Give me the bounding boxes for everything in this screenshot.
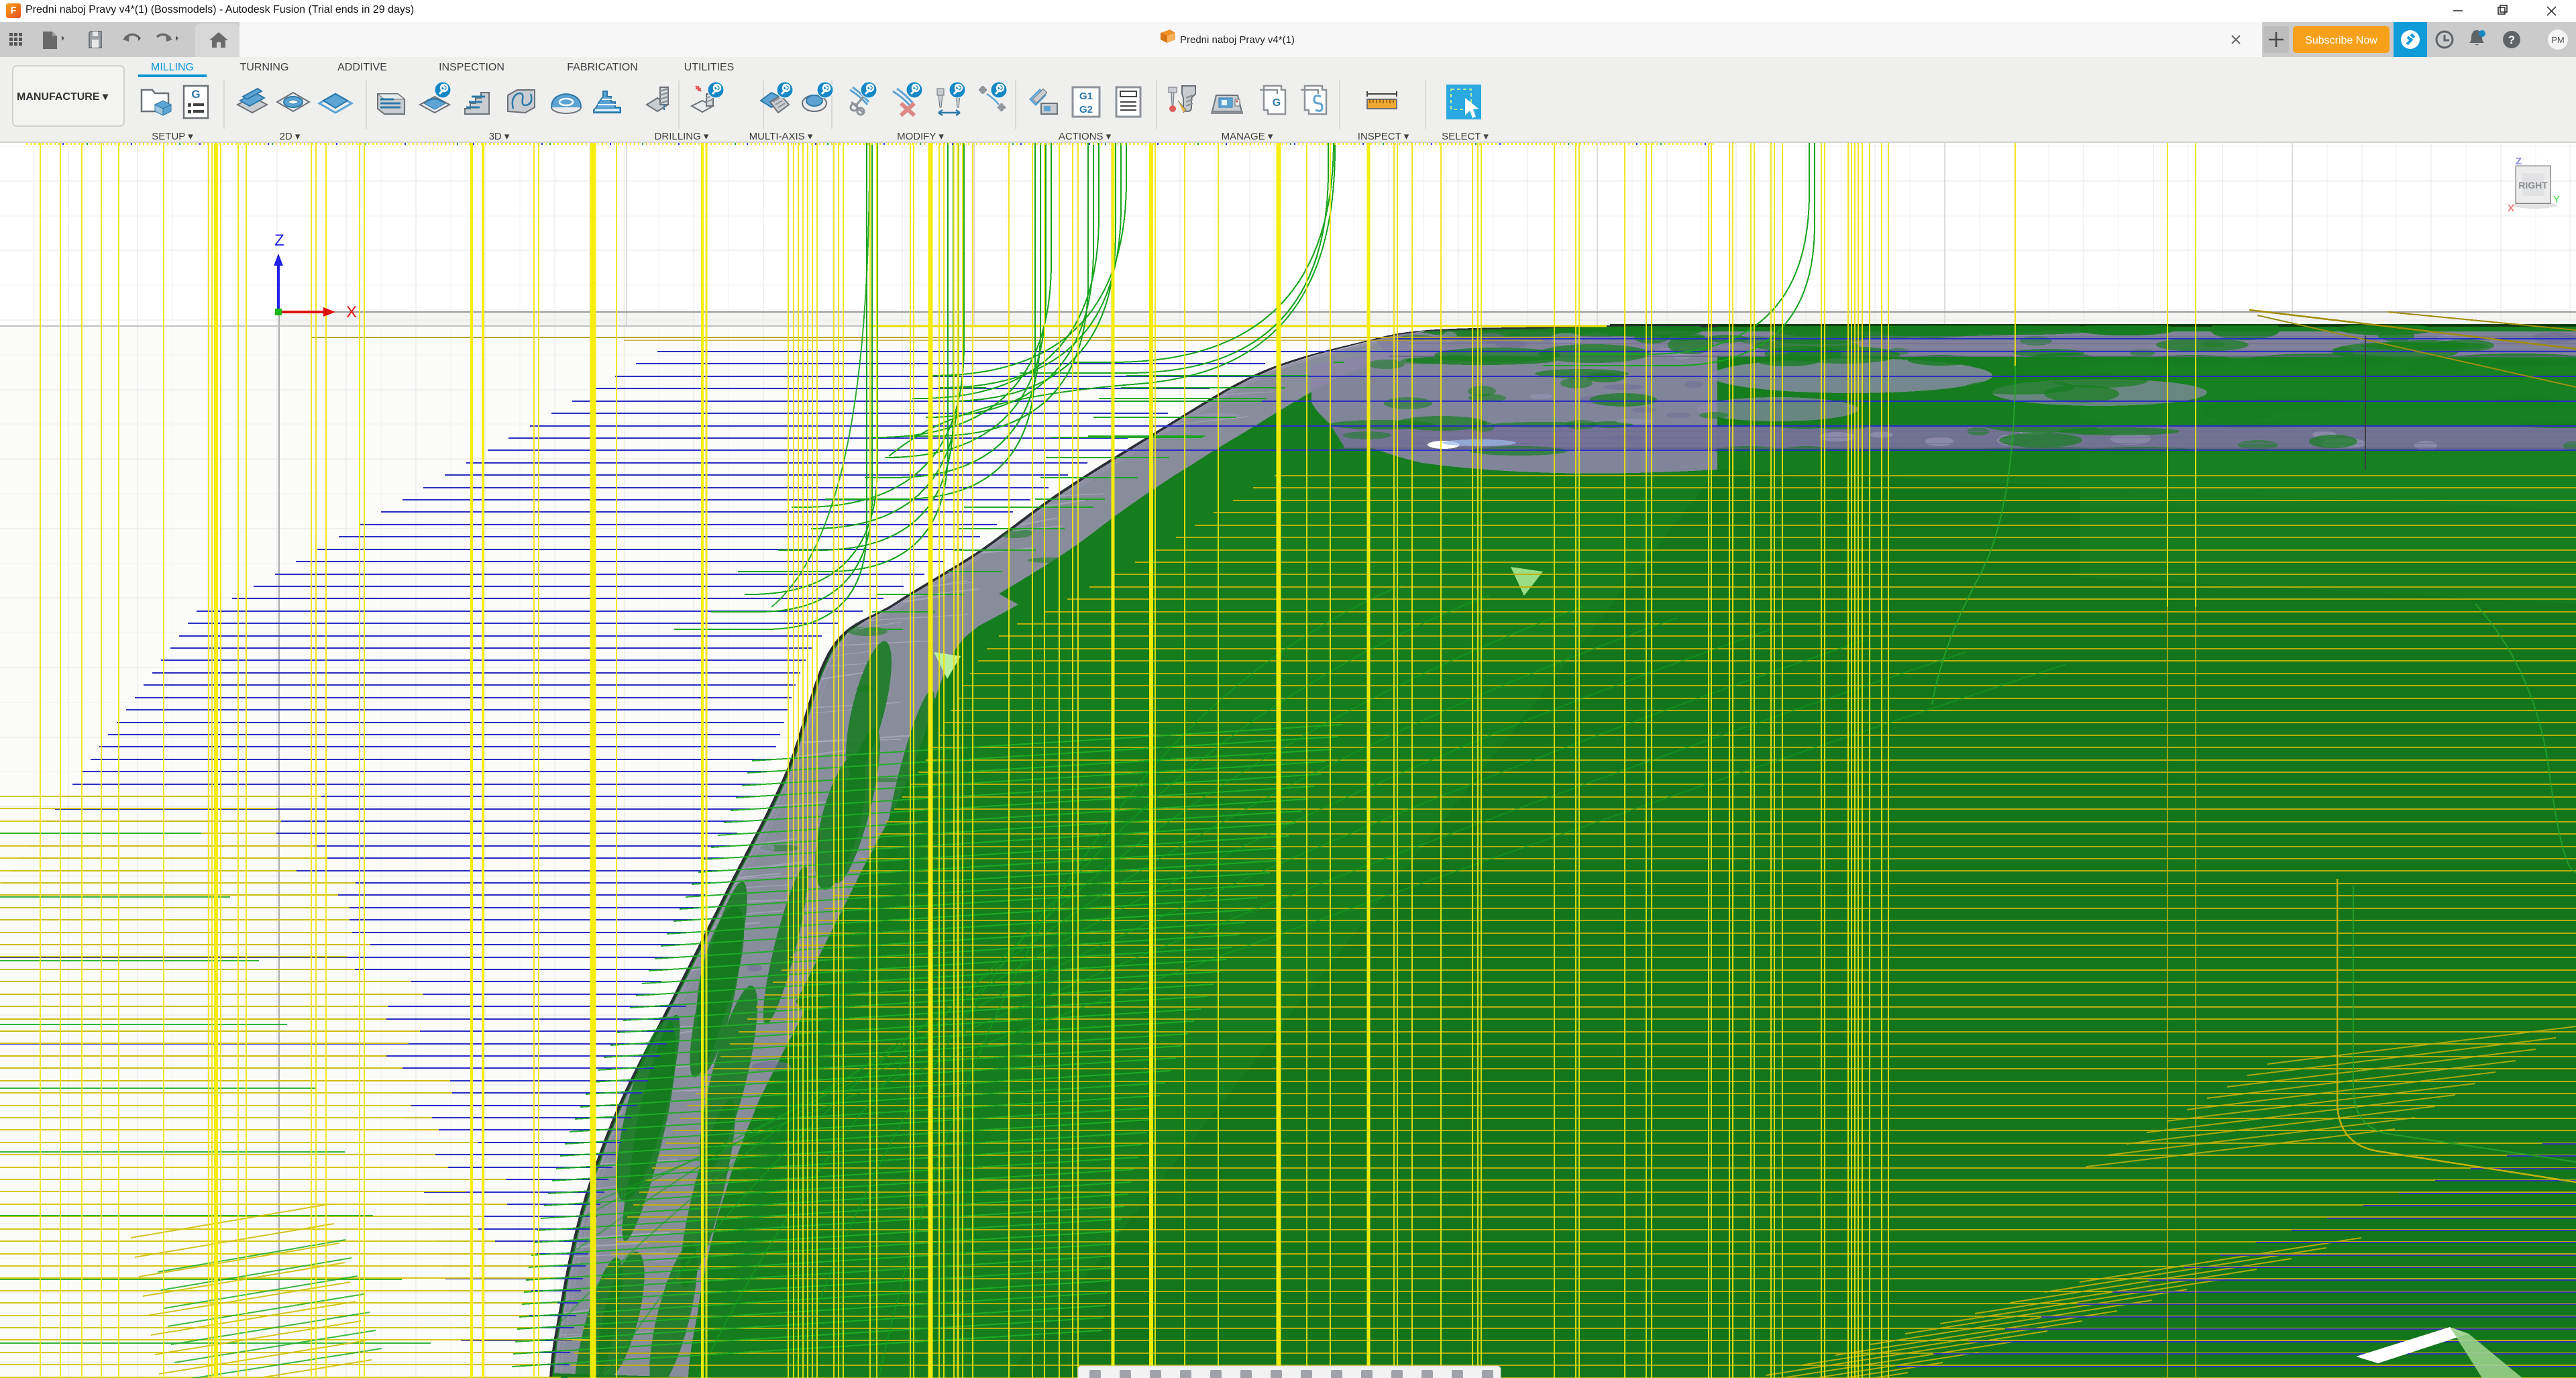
svg-text:G: G xyxy=(191,88,200,101)
svg-text:DRILLING ▾: DRILLING ▾ xyxy=(655,131,709,142)
svg-text:SETUP ▾: SETUP ▾ xyxy=(152,131,193,142)
svg-text:MANUFACTURE ▾: MANUFACTURE ▾ xyxy=(17,91,109,103)
svg-text:SELECT ▾: SELECT ▾ xyxy=(1442,131,1489,142)
svg-text:X: X xyxy=(2508,203,2514,214)
svg-text:INSPECT ▾: INSPECT ▾ xyxy=(1358,131,1409,142)
svg-text:G1: G1 xyxy=(1079,91,1093,102)
svg-text:?: ? xyxy=(2508,34,2515,46)
svg-text:PM: PM xyxy=(2551,35,2565,45)
svg-text:ADDITIVE: ADDITIVE xyxy=(337,62,387,73)
svg-text:Subscribe Now: Subscribe Now xyxy=(2305,35,2377,46)
svg-text:RIGHT: RIGHT xyxy=(2518,180,2548,191)
svg-text:MILLING: MILLING xyxy=(151,62,194,73)
svg-text:X: X xyxy=(346,303,357,321)
svg-text:Z: Z xyxy=(274,231,284,250)
svg-text:MANAGE ▾: MANAGE ▾ xyxy=(1222,131,1273,142)
svg-text:Y: Y xyxy=(2553,194,2560,205)
svg-text:TURNING: TURNING xyxy=(240,62,289,73)
svg-text:INSPECTION: INSPECTION xyxy=(439,62,504,73)
svg-text:Predni naboj Pravy v4*(1): Predni naboj Pravy v4*(1) xyxy=(1180,34,1295,46)
svg-text:MULTI-AXIS ▾: MULTI-AXIS ▾ xyxy=(749,131,813,142)
svg-text:G2: G2 xyxy=(1079,104,1093,115)
svg-text:G: G xyxy=(1273,97,1281,109)
svg-text:ACTIONS ▾: ACTIONS ▾ xyxy=(1059,131,1112,142)
svg-text:2D ▾: 2D ▾ xyxy=(280,131,301,142)
svg-text:Z: Z xyxy=(2516,156,2522,167)
svg-text:3D ▾: 3D ▾ xyxy=(489,131,510,142)
svg-text:UTILITIES: UTILITIES xyxy=(684,62,735,73)
svg-text:MODIFY ▾: MODIFY ▾ xyxy=(897,131,944,142)
svg-text:FABRICATION: FABRICATION xyxy=(567,62,638,73)
